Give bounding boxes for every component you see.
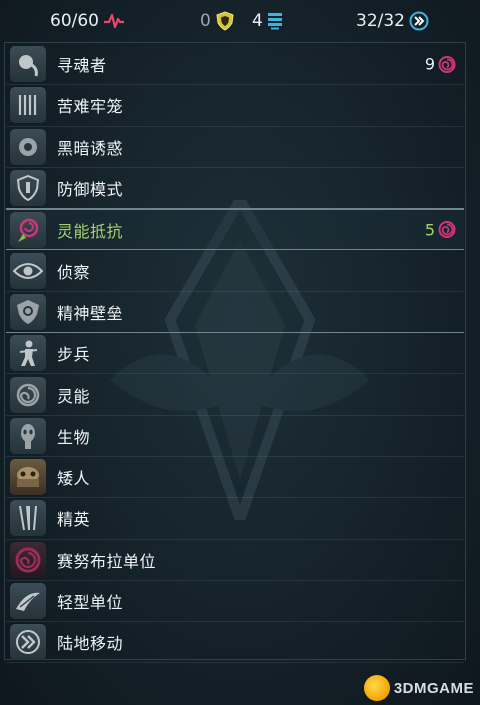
- keyword-label: 陆地移动: [57, 634, 124, 654]
- dwarf-icon: [10, 459, 46, 496]
- cenobula-icon: [10, 541, 46, 578]
- keyword-label: 赛努布拉单位: [57, 551, 157, 571]
- keyword-label: 防御模式: [57, 180, 124, 200]
- shield-value: 4: [252, 11, 263, 31]
- movement-value: 32/32: [356, 11, 405, 31]
- keyword-label: 矮人: [57, 469, 91, 489]
- light-unit-icon: [10, 583, 46, 619]
- keyword-list: 寻魂者 9 苦难牢笼 黑暗诱惑 防御模式 灵能抵抗 5 侦察 精神壁垒 步兵 灵…: [6, 44, 464, 664]
- keyword-row-psychic-resist[interactable]: 灵能抵抗 5: [6, 209, 464, 251]
- keyword-row-mind-barrier[interactable]: 精神壁垒: [6, 292, 464, 334]
- psychic-resist-icon: [10, 211, 46, 248]
- keyword-row-cenobula[interactable]: 赛努布拉单位: [6, 540, 464, 581]
- stats-header: 60/60 0 4 32/32: [0, 0, 480, 42]
- keyword-label: 精神壁垒: [57, 303, 124, 323]
- keyword-row-dwarf[interactable]: 矮人: [6, 457, 464, 499]
- biological-icon: [10, 417, 46, 454]
- armor-value: 0: [200, 11, 211, 31]
- keyword-label: 精英: [57, 510, 91, 530]
- keyword-row-dark-lure[interactable]: 黑暗诱惑: [6, 127, 464, 168]
- keyword-row-ground-move[interactable]: 陆地移动: [6, 622, 464, 664]
- elite-icon: [10, 500, 46, 537]
- watermark-logo-icon: [363, 675, 390, 701]
- keyword-row-soul-seeker[interactable]: 寻魂者 9: [6, 44, 464, 86]
- psychic-swirl-icon: [438, 55, 456, 73]
- movement-icon: [409, 11, 429, 31]
- keyword-label: 生物: [57, 427, 91, 447]
- keyword-label: 灵能抵抗: [57, 221, 124, 241]
- keyword-label: 侦察: [57, 262, 91, 282]
- keyword-row-biological[interactable]: 生物: [6, 416, 464, 457]
- armor-stat: 0: [200, 10, 235, 32]
- keyword-row-psychic[interactable]: 灵能: [6, 374, 464, 416]
- keyword-row-cage[interactable]: 苦难牢笼: [6, 85, 464, 127]
- watermark: 3DMGAME: [363, 675, 474, 701]
- shield-layers-icon: [267, 13, 282, 30]
- psychic-swirl-icon: [438, 221, 456, 239]
- infantry-icon: [10, 335, 46, 372]
- keyword-row-recon[interactable]: 侦察: [6, 250, 464, 292]
- eye-icon: [10, 252, 46, 289]
- keyword-row-infantry[interactable]: 步兵: [6, 333, 464, 375]
- defense-mode-icon: [10, 170, 46, 207]
- heartbeat-icon: [104, 13, 124, 29]
- ground-move-icon: [10, 624, 46, 661]
- keyword-label: 步兵: [57, 345, 91, 365]
- soul-seeker-icon: [10, 46, 46, 83]
- watermark-text: 3DMGAME: [393, 679, 474, 697]
- armor-shield-icon: [216, 11, 234, 31]
- mind-barrier-icon: [10, 293, 46, 330]
- shield-stat: 4: [252, 10, 283, 32]
- movement-stat: 32/32: [356, 10, 429, 32]
- keyword-label: 苦难牢笼: [57, 97, 124, 117]
- keyword-label: 黑暗诱惑: [57, 138, 124, 158]
- dark-lure-icon: [10, 128, 46, 165]
- cage-icon: [10, 87, 46, 124]
- keyword-row-elite[interactable]: 精英: [6, 498, 464, 540]
- keyword-label: 轻型单位: [57, 593, 124, 612]
- keyword-label: 寻魂者: [57, 56, 107, 76]
- hitpoints-value: 60/60: [50, 11, 99, 31]
- keyword-value: 5: [425, 220, 456, 239]
- keyword-value: 9: [425, 55, 456, 74]
- keyword-row-defense-mode[interactable]: 防御模式: [6, 168, 464, 210]
- keyword-row-light-unit[interactable]: 轻型单位: [6, 581, 464, 623]
- hitpoints-stat: 60/60: [50, 10, 125, 32]
- keyword-label: 灵能: [57, 386, 91, 406]
- psychic-icon: [10, 376, 46, 413]
